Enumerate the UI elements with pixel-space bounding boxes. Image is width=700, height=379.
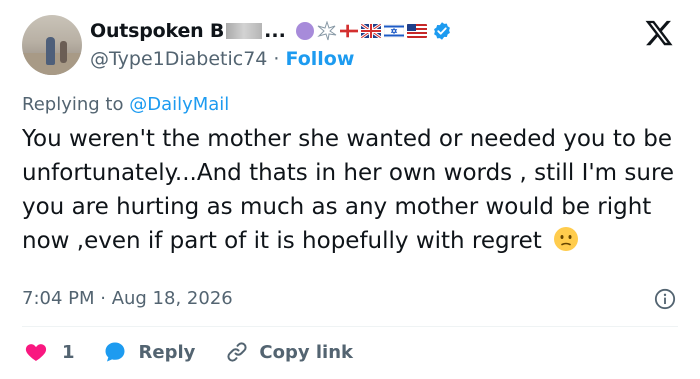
avatar[interactable] [22, 15, 82, 75]
handle-row: @Type1Diabetic74 · Follow [90, 48, 354, 70]
name-row: Outspoken B ... [90, 20, 452, 42]
divider [22, 326, 678, 327]
follow-button[interactable]: Follow [286, 48, 355, 70]
display-name[interactable]: Outspoken B [90, 20, 224, 42]
tweet-header: Outspoken B ... @Type1Diabetic74 · Follo… [90, 20, 700, 80]
replying-to-prefix: Replying to [22, 94, 130, 115]
user-handle[interactable]: @Type1Diabetic74 [90, 48, 267, 70]
replying-to: Replying to @DailyMail [22, 94, 229, 115]
avatar-figure-2 [60, 41, 67, 63]
reply-button[interactable]: Reply [103, 340, 226, 364]
reply-bubble-icon [105, 342, 125, 362]
x-logo-icon[interactable] [644, 18, 674, 48]
anger-burst-emoji-icon [317, 21, 337, 41]
denmark-flag-icon [339, 24, 358, 38]
heart-icon [25, 344, 47, 361]
info-icon[interactable] [654, 288, 676, 310]
name-emoji-badges [295, 21, 452, 41]
link-icon [227, 342, 247, 362]
like-button[interactable]: 1 [24, 340, 103, 364]
handle-separator: · [267, 48, 286, 70]
name-ellipsis: ... [264, 20, 286, 42]
purple-circle-emoji-icon [295, 22, 314, 40]
replying-to-mention[interactable]: @DailyMail [129, 94, 229, 115]
tweet-text: You weren't the mother she wanted or nee… [22, 122, 682, 258]
slightly-frowning-face-emoji [554, 227, 579, 251]
reply-label: Reply [138, 341, 196, 363]
copy-link-label: Copy link [259, 341, 353, 363]
usa-flag-icon [406, 24, 427, 38]
avatar-figure [46, 37, 55, 65]
copy-link-button[interactable]: Copy link [225, 340, 353, 364]
action-bar: 1 Reply Copy link [24, 340, 353, 364]
israel-flag-icon [383, 24, 404, 38]
like-count: 1 [62, 341, 75, 363]
verified-badge-icon [433, 22, 450, 40]
redacted-name-blur [226, 23, 263, 39]
uk-flag-icon [360, 24, 381, 38]
timestamp[interactable]: 7:04 PM · Aug 18, 2026 [22, 288, 233, 309]
